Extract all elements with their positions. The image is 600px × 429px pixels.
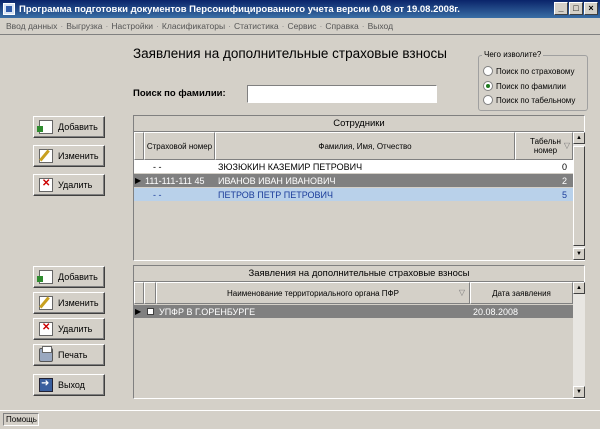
radio-selected-icon bbox=[483, 81, 493, 91]
applications-grid-title: Заявления на дополнительные страховые вз… bbox=[134, 266, 584, 282]
row-checkbox[interactable] bbox=[147, 308, 154, 315]
add-doc-icon bbox=[37, 270, 53, 284]
menu-bar: Ввод данных · Выгрузка · Настройки · Класиф… bbox=[0, 18, 600, 34]
exit-button[interactable]: Выход bbox=[33, 374, 105, 396]
button-label: Удалить bbox=[58, 180, 93, 190]
cell-date: 20.08.2008 bbox=[473, 306, 519, 317]
button-label: Добавить bbox=[58, 122, 98, 132]
maximize-button[interactable]: □ bbox=[569, 2, 583, 15]
scroll-up-icon[interactable]: ▲ bbox=[573, 132, 585, 144]
delete-application-button[interactable]: Удалить bbox=[33, 318, 105, 340]
menu-item-statistics[interactable]: Статистика bbox=[232, 21, 281, 31]
menu-item-help[interactable]: Справка bbox=[323, 21, 360, 31]
column-header-check bbox=[144, 282, 156, 304]
page-title: Заявления на дополнительные страховые вз… bbox=[132, 46, 447, 61]
sort-filter-icon[interactable]: ▽ bbox=[564, 141, 570, 150]
cell-tabnumber: 0 bbox=[562, 161, 568, 172]
close-button[interactable]: × bbox=[584, 2, 598, 15]
table-row-highlighted[interactable] bbox=[134, 188, 573, 201]
radio-label: Поиск по табельному bbox=[496, 95, 576, 105]
search-label: Поиск по фамилии: bbox=[133, 88, 226, 99]
column-header-insurance[interactable]: Страховой номер bbox=[144, 132, 215, 160]
cell-insurance: - - bbox=[153, 189, 162, 200]
radio-search-insurance[interactable]: Поиск по страховому bbox=[483, 66, 575, 76]
radio-search-tabnumber[interactable]: Поиск по табельному bbox=[483, 95, 575, 105]
column-header-organization[interactable]: Наименование территориального органа ПФР… bbox=[156, 282, 470, 304]
employees-grid-title: Сотрудники bbox=[134, 116, 584, 132]
status-bar bbox=[0, 410, 600, 429]
edit-icon bbox=[39, 149, 53, 163]
row-indicator-header bbox=[134, 282, 144, 304]
scroll-up-icon[interactable]: ▲ bbox=[573, 282, 585, 294]
status-text: Помощь bbox=[3, 413, 39, 426]
column-header-tabnumber[interactable]: Табельн номер ▽ bbox=[515, 132, 573, 160]
menu-item-classifiers[interactable]: Класификаторы bbox=[160, 21, 227, 31]
exit-icon bbox=[39, 378, 53, 392]
search-input[interactable] bbox=[247, 85, 437, 103]
column-header-fullname[interactable]: Фамилия, Имя, Отчество bbox=[215, 132, 515, 160]
radio-search-surname[interactable]: Поиск по фамилии bbox=[483, 81, 566, 91]
button-label: Изменить bbox=[58, 298, 99, 308]
current-row-marker-icon: ▶ bbox=[135, 307, 142, 316]
button-label: Печать bbox=[58, 350, 88, 360]
add-doc-icon bbox=[37, 120, 53, 134]
column-header-label: Наименование территориального органа ПФР bbox=[227, 288, 399, 298]
radio-label: Поиск по фамилии bbox=[496, 81, 566, 91]
cell-fullname: ИВАНОВ ИВАН ИВАНОВИЧ bbox=[218, 175, 336, 186]
row-indicator-header bbox=[134, 132, 144, 160]
edit-application-button[interactable]: Изменить bbox=[33, 292, 105, 314]
edit-icon bbox=[39, 296, 53, 310]
menu-item-service[interactable]: Сервис bbox=[285, 21, 318, 31]
title-bar: Программа подготовки документов Персониф… bbox=[0, 0, 600, 18]
search-mode-title: Чего изволите? bbox=[482, 50, 544, 59]
minimize-button[interactable]: _ bbox=[554, 2, 568, 15]
cell-tabnumber: 5 bbox=[562, 189, 568, 200]
print-button[interactable]: Печать bbox=[33, 344, 105, 366]
button-label: Выход bbox=[58, 380, 85, 390]
menu-item-input[interactable]: Ввод данных bbox=[4, 21, 59, 31]
printer-icon bbox=[39, 346, 53, 362]
radio-icon bbox=[483, 66, 493, 76]
menu-item-settings[interactable]: Настройки bbox=[109, 21, 155, 31]
delete-icon bbox=[39, 178, 53, 192]
scroll-thumb[interactable] bbox=[573, 146, 585, 246]
radio-label: Поиск по страховому bbox=[496, 66, 575, 76]
employees-grid: Сотрудники Страховой номер Фамилия, Имя,… bbox=[133, 115, 585, 261]
add-application-button[interactable]: Добавить bbox=[33, 266, 105, 288]
cell-fullname: ПЕТРОВ ПЕТР ПЕТРОВИЧ bbox=[218, 189, 333, 200]
radio-icon bbox=[483, 95, 493, 105]
window-title: Программа подготовки документов Персониф… bbox=[19, 3, 460, 15]
cell-organization: УПФР В Г.ОРЕНБУРГЕ bbox=[159, 306, 256, 317]
employees-scrollbar[interactable]: ▲ ▼ bbox=[573, 132, 585, 260]
button-label: Удалить bbox=[58, 324, 93, 334]
add-employee-button[interactable]: Добавить bbox=[33, 116, 105, 138]
applications-grid: Заявления на дополнительные страховые вз… bbox=[133, 265, 585, 399]
app-icon bbox=[3, 3, 15, 15]
menu-item-export[interactable]: Выгрузка bbox=[64, 21, 104, 31]
current-row-marker-icon: ▶ bbox=[135, 176, 142, 185]
cell-insurance: - - bbox=[153, 161, 162, 172]
button-label: Изменить bbox=[58, 151, 99, 161]
applications-scrollbar[interactable]: ▲ ▼ bbox=[573, 282, 585, 398]
scroll-down-icon[interactable]: ▼ bbox=[573, 248, 585, 260]
cell-insurance: 111-111-111 45 bbox=[145, 175, 205, 186]
delete-icon bbox=[39, 322, 53, 336]
button-label: Добавить bbox=[58, 272, 98, 282]
edit-employee-button[interactable]: Изменить bbox=[33, 145, 105, 167]
scroll-down-icon[interactable]: ▼ bbox=[573, 386, 585, 398]
column-header-date[interactable]: Дата заявления bbox=[470, 282, 573, 304]
delete-employee-button[interactable]: Удалить bbox=[33, 174, 105, 196]
cell-tabnumber: 2 bbox=[562, 175, 568, 186]
sort-filter-icon[interactable]: ▽ bbox=[459, 288, 465, 297]
menu-item-exit[interactable]: Выход bbox=[366, 21, 395, 31]
cell-fullname: ЗЮЗЮКИН КАЗЕМИР ПЕТРОВИЧ bbox=[218, 161, 363, 172]
